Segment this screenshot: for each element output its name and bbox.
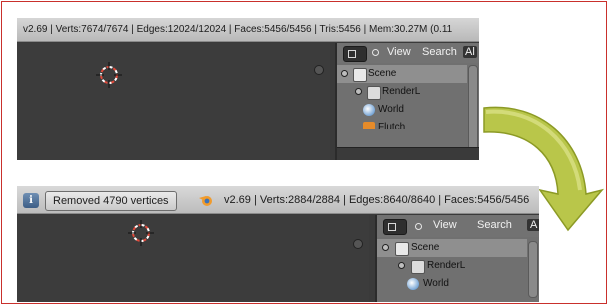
tree-item-label: World: [423, 278, 449, 289]
tree-item-render-layers[interactable]: RenderL: [377, 257, 527, 275]
menu-view[interactable]: View: [433, 219, 457, 231]
tree-item-label: Scene: [411, 242, 440, 253]
render-layers-icon: [411, 260, 425, 274]
display-mode-dot[interactable]: [372, 49, 379, 56]
3d-cursor-icon: [128, 220, 154, 246]
expand-toggle[interactable]: [355, 88, 362, 95]
stats-bar-before: v2.69 | Verts:7674/7674 | Edges:12024/12…: [17, 18, 479, 42]
properties-header-strip: [337, 147, 479, 160]
tree-item-scene[interactable]: Scene: [337, 65, 467, 83]
outliner-header: View Search Al: [337, 43, 479, 63]
tree-item-label: World: [378, 104, 404, 115]
report-notice: Removed 4790 vertices: [45, 191, 177, 211]
menu-search[interactable]: Search: [422, 46, 457, 58]
3d-viewport-before[interactable]: [17, 43, 330, 160]
outliner-tree: Scene RenderL World: [377, 239, 527, 293]
stats-bar-after: v2.69 | Verts:2884/2884 | Edges:8640/864…: [224, 194, 530, 206]
outliner-before: View Search Al Scene RenderL World Flutc…: [335, 43, 479, 160]
3d-viewport-after[interactable]: [17, 215, 369, 302]
tree-item-label: Flutch: [378, 122, 406, 129]
tree-item-world[interactable]: World: [377, 275, 527, 293]
menu-view[interactable]: View: [387, 46, 411, 58]
3d-cursor-icon: [96, 62, 122, 88]
scene-icon: [395, 242, 409, 256]
tree-item-label: Scene: [368, 68, 397, 79]
blender-logo-icon: [199, 196, 212, 206]
info-icon[interactable]: i: [23, 193, 39, 208]
outliner-header: View Search A: [377, 215, 539, 237]
info-header-after: i Removed 4790 vertices v2.69 | Verts:28…: [17, 186, 539, 214]
render-layers-icon: [367, 86, 381, 100]
world-icon: [407, 278, 419, 290]
world-icon: [363, 104, 375, 116]
tree-item-label: RenderL: [427, 260, 466, 271]
tree-item-render-layers[interactable]: RenderL: [337, 83, 467, 101]
outliner-scrollbar[interactable]: [528, 241, 538, 298]
menu-all[interactable]: Al: [463, 46, 477, 58]
area-corner-dot[interactable]: [353, 239, 363, 249]
menu-all[interactable]: A: [527, 219, 539, 231]
tree-item-flutch[interactable]: Flutch: [337, 119, 467, 129]
scene-icon: [353, 68, 367, 82]
object-icon: [363, 122, 375, 129]
expand-toggle[interactable]: [398, 262, 405, 269]
before-screenshot: v2.69 | Verts:7674/7674 | Edges:12024/12…: [17, 18, 479, 160]
editor-type-icon[interactable]: [343, 46, 367, 62]
outliner-after: View Search A Scene RenderL World: [375, 215, 539, 302]
expand-toggle[interactable]: [382, 244, 389, 251]
area-corner-dot[interactable]: [314, 65, 324, 75]
display-mode-dot[interactable]: [415, 223, 422, 230]
menu-search[interactable]: Search: [477, 219, 512, 231]
after-screenshot: i Removed 4790 vertices v2.69 | Verts:28…: [17, 186, 539, 302]
editor-type-icon[interactable]: [383, 219, 407, 235]
tree-item-scene[interactable]: Scene: [377, 239, 527, 257]
tree-item-label: RenderL: [382, 86, 421, 97]
outliner-tree: Scene RenderL World Flutch: [337, 65, 467, 129]
expand-toggle[interactable]: [341, 70, 348, 77]
tree-item-world[interactable]: World: [337, 101, 467, 119]
